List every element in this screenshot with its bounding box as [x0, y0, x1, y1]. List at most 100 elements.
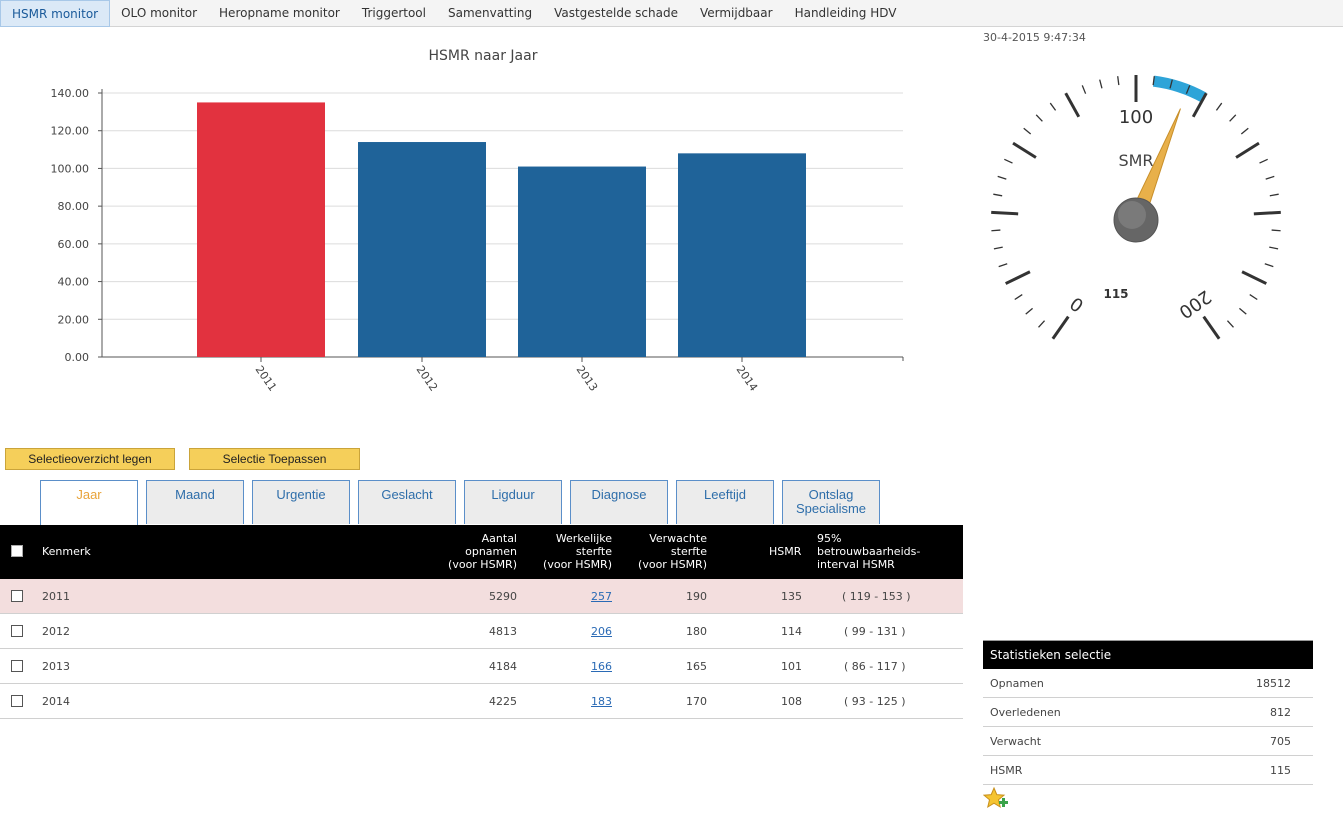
gauge-minor-tick: [1269, 193, 1279, 197]
gauge-minor-tick: [1025, 307, 1034, 315]
gauge-scale-label: 200: [1175, 286, 1215, 323]
header-interval: 95% betrouwbaarheids-interval HSMR: [817, 532, 921, 571]
stats-row: Overledenen 812: [983, 698, 1313, 727]
y-tick-label: 20.00: [58, 313, 90, 326]
gauge-minor-tick: [1035, 114, 1043, 122]
y-tick-label: 140.00: [51, 87, 90, 100]
nav-triggertool[interactable]: Triggertool: [351, 0, 437, 27]
sterfte-link[interactable]: 206: [591, 625, 612, 638]
gauge-minor-tick: [1014, 294, 1023, 301]
tab-ligduur[interactable]: Ligduur: [464, 480, 562, 524]
table-row[interactable]: 2013 4184 166 165 101 ( 86 - 117 ): [0, 649, 963, 684]
gauge-minor-tick: [998, 263, 1008, 268]
table-row[interactable]: 2012 4813 206 180 114 ( 99 - 131 ): [0, 614, 963, 649]
hsmr-bar-chart: HSMR naar Jaar 0.00 20.00 40.00 60.00 80.00 10…: [51, 48, 904, 394]
gauge-scale-label: 0: [1066, 292, 1087, 316]
chart-title: HSMR naar Jaar: [429, 48, 538, 64]
gauge-minor-tick: [1229, 114, 1237, 122]
x-tick-label: 2014: [734, 363, 761, 393]
gauge-minor-tick: [1238, 307, 1247, 315]
gauge-minor-tick: [1259, 158, 1268, 164]
table-row[interactable]: 2011 5290 257 190 135 ( 119 - 153 ): [0, 579, 963, 614]
bar-2012: [358, 142, 486, 357]
gauge-major-tick: [1253, 210, 1281, 216]
nav-vermijdbaar[interactable]: Vermijdbaar: [689, 0, 784, 27]
header-opnamen: Aantal opnamen (voor HSMR): [448, 532, 517, 571]
gauge-major-tick: [991, 210, 1019, 216]
tab-urgentie[interactable]: Urgentie: [252, 480, 350, 524]
sterfte-link[interactable]: 166: [591, 660, 612, 673]
tab-geslacht[interactable]: Geslacht: [358, 480, 456, 524]
gauge-major-tick: [1241, 270, 1267, 285]
gauge-minor-tick: [1240, 127, 1249, 135]
gauge-major-tick: [1235, 141, 1260, 159]
nav-vastgestelde-schade[interactable]: Vastgestelde schade: [543, 0, 689, 27]
y-tick-label: 0.00: [65, 351, 90, 364]
stats-panel: Statistieken selectie Opnamen 18512 Overl…: [983, 640, 1313, 785]
gauge-major-tick: [1051, 315, 1070, 340]
bar-2013: [518, 166, 646, 357]
star-add-icon[interactable]: [983, 786, 1009, 812]
stats-title: Statistieken selectie: [983, 640, 1313, 669]
stats-row: Verwacht 705: [983, 727, 1313, 756]
gauge-minor-tick: [991, 229, 1001, 232]
row-checkbox[interactable]: [11, 695, 23, 707]
y-tick-label: 40.00: [58, 276, 90, 289]
gauge-major-tick: [1202, 315, 1221, 340]
nav-olo-monitor[interactable]: OLO monitor: [110, 0, 208, 27]
gauge-minor-tick: [993, 193, 1003, 197]
table-header: Kenmerk Aantal opnamen (voor HSMR) Werkeli…: [0, 525, 963, 579]
nav-hsmr-monitor[interactable]: HSMR monitor: [0, 0, 111, 27]
nav-handleiding-hdv[interactable]: Handleiding HDV: [784, 0, 908, 27]
gauge-minor-tick: [1004, 158, 1013, 164]
tab-leeftijd[interactable]: Leeftijd: [676, 480, 774, 524]
y-tick-label: 60.00: [58, 238, 90, 251]
apply-selection-button[interactable]: Selectie Toepassen: [189, 448, 360, 470]
y-tick-label: 120.00: [51, 125, 90, 138]
sterfte-link[interactable]: 257: [591, 590, 612, 603]
gauge-minor-tick: [993, 246, 1003, 250]
tab-maand[interactable]: Maand: [146, 480, 244, 524]
header-hsmr: HSMR: [769, 545, 802, 558]
tab-diagnose[interactable]: Diagnose: [570, 480, 668, 524]
stats-row: Opnamen 18512: [983, 669, 1313, 698]
clear-selection-button[interactable]: Selectieoverzicht legen: [5, 448, 175, 470]
stats-row: HSMR 115: [983, 756, 1313, 785]
table-row[interactable]: 2014 4225 183 170 108 ( 93 - 125 ): [0, 684, 963, 719]
tab-ontslag-specialisme[interactable]: Ontslag Specialisme: [782, 480, 880, 524]
header-werkelijke-sterfte: Werkelijke sterfte (voor HSMR): [543, 532, 612, 571]
nav-heropname-monitor[interactable]: Heropname monitor: [208, 0, 351, 27]
hsmr-table: Kenmerk Aantal opnamen (voor HSMR) Werkeli…: [0, 525, 963, 719]
dimension-tabs: Jaar Maand Urgentie Geslacht Ligduur Dia…: [40, 480, 888, 525]
gauge-minor-tick: [1099, 79, 1103, 89]
sterfte-link[interactable]: 183: [591, 695, 612, 708]
gauge-minor-tick: [1023, 127, 1032, 135]
x-tick-label: 2011: [253, 363, 280, 393]
row-checkbox[interactable]: [11, 660, 23, 672]
smr-gauge: 0 100 200 SMR 115: [991, 75, 1281, 340]
bar-2014: [678, 153, 806, 357]
gauge-minor-tick: [1271, 229, 1281, 232]
nav-samenvatting[interactable]: Samenvatting: [437, 0, 543, 27]
gauge-minor-tick: [1117, 76, 1120, 86]
gauge-minor-tick: [1264, 263, 1274, 268]
gauge-minor-tick: [1038, 320, 1046, 328]
gauge-hub-highlight: [1118, 201, 1146, 229]
gauge-major-tick: [1005, 270, 1031, 285]
top-navigation: HSMR monitor OLO monitor Heropname monit…: [0, 0, 1343, 27]
gauge-minor-tick: [1215, 102, 1223, 111]
gauge-band: [1152, 75, 1207, 103]
x-tick-label: 2013: [574, 363, 601, 393]
gauge-value: 115: [1103, 287, 1128, 301]
select-all-checkbox[interactable]: [11, 545, 23, 557]
header-verwachte-sterfte: Verwachte sterfte (voor HSMR): [638, 532, 707, 571]
x-tick-label: 2012: [414, 363, 441, 393]
row-checkbox[interactable]: [11, 590, 23, 602]
y-tick-label: 80.00: [58, 200, 90, 213]
gauge-minor-tick: [1265, 175, 1275, 180]
gauge-label: SMR: [1118, 151, 1153, 170]
row-checkbox[interactable]: [11, 625, 23, 637]
gauge-major-tick: [1064, 92, 1081, 118]
timestamp: 30-4-2015 9:47:34: [983, 31, 1086, 44]
tab-jaar[interactable]: Jaar: [40, 480, 138, 525]
